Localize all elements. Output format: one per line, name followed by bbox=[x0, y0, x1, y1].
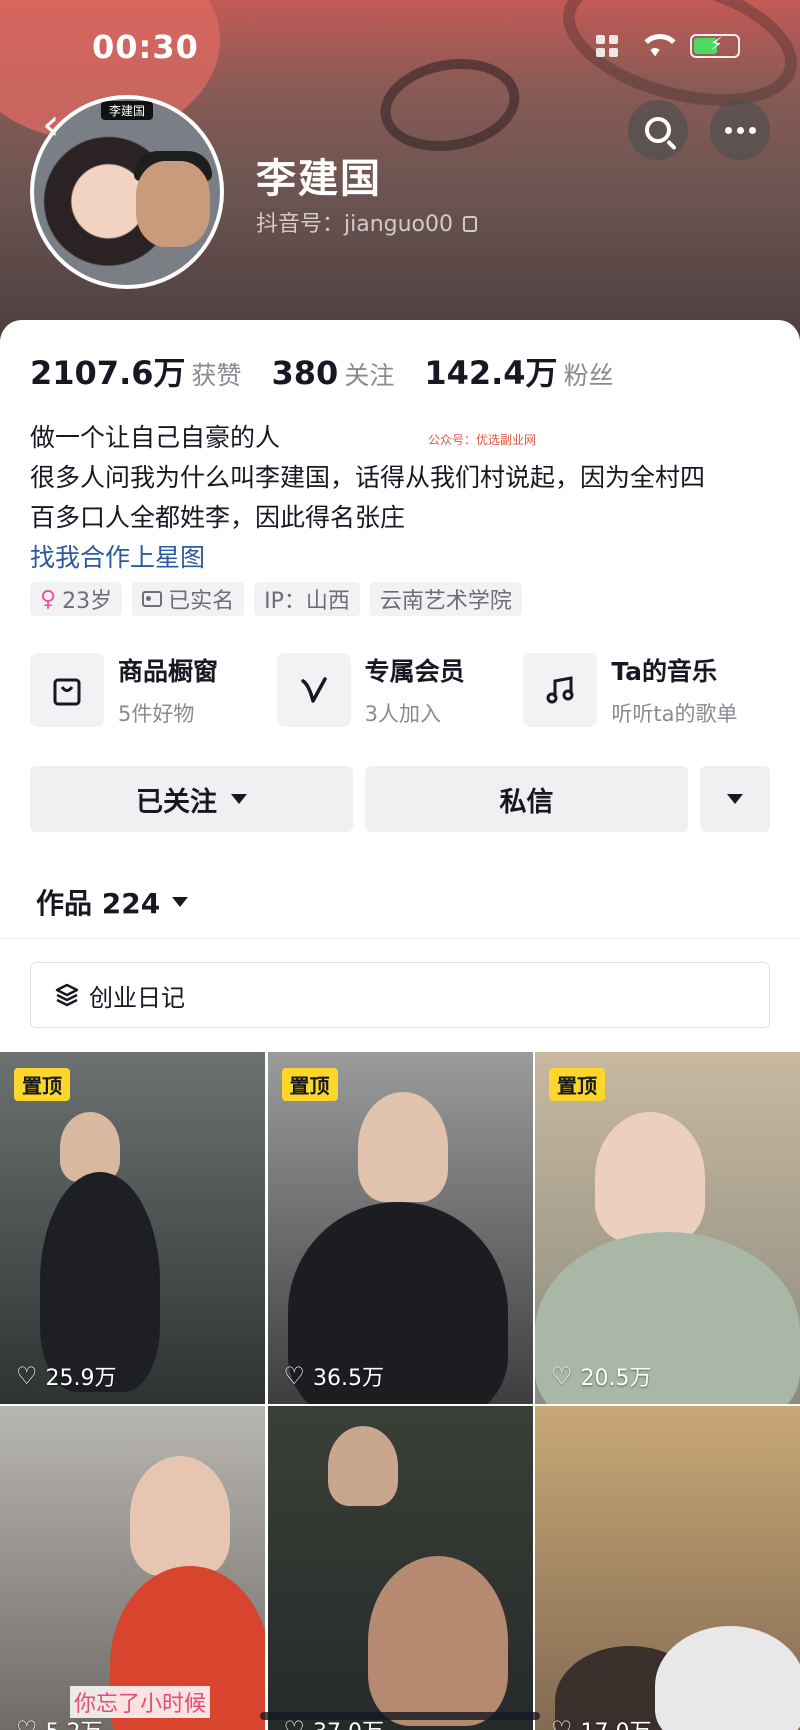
followers-count[interactable]: 142.4万 bbox=[424, 348, 557, 394]
feature-subtitle: 3人加入 bbox=[364, 702, 442, 726]
message-button[interactable]: 私信 bbox=[365, 766, 688, 832]
feature-subtitle: 听听ta的歌单 bbox=[611, 702, 738, 726]
following-count[interactable]: 380 bbox=[272, 354, 339, 392]
following-label[interactable]: 关注 bbox=[344, 356, 394, 392]
followers-label[interactable]: 粉丝 bbox=[564, 356, 614, 392]
status-time: 00:30 bbox=[92, 28, 199, 66]
pinned-badge: 置顶 bbox=[549, 1068, 605, 1101]
search-button[interactable] bbox=[628, 100, 688, 160]
heart-icon: ♡ bbox=[16, 1716, 38, 1730]
heart-icon: ♡ bbox=[283, 1362, 306, 1390]
copy-icon[interactable] bbox=[463, 216, 478, 232]
video-likes: ♡ 36.5万 bbox=[283, 1362, 385, 1391]
feature-title: Ta的音乐 bbox=[611, 657, 718, 686]
feature-music[interactable]: Ta的音乐 听听ta的歌单 bbox=[523, 652, 770, 728]
video-grid: 置顶 ♡25.9万 置顶 ♡36.5万 置顶 ♡20.5万 你忘了小时候 ♡5.… bbox=[0, 1052, 800, 1730]
pinned-badge: 置顶 bbox=[281, 1068, 338, 1101]
pinned-badge: 置顶 bbox=[14, 1068, 70, 1101]
video-thumbnail[interactable]: ♡37.0万 bbox=[267, 1406, 533, 1730]
feature-shop-window[interactable]: 商品橱窗 5件好物 bbox=[30, 652, 277, 728]
heart-icon: ♡ bbox=[16, 1362, 38, 1390]
video-thumbnail[interactable]: 置顶 ♡ 20.5万 bbox=[535, 1052, 800, 1404]
member-v-icon bbox=[276, 653, 351, 727]
bio-line: 百多口人全都姓李，因此得名张庄 bbox=[30, 503, 406, 532]
feature-title: 专属会员 bbox=[364, 657, 465, 686]
heart-icon: ♡ bbox=[551, 1362, 573, 1390]
tag-school[interactable]: 云南艺术学院 bbox=[369, 582, 522, 616]
search-icon bbox=[645, 117, 671, 143]
collab-link[interactable]: 找我合作上星图 bbox=[30, 538, 205, 574]
profile-card: 2107.6万 获赞 380 关注 142.4万 粉丝 做一个让自己自豪的人 很… bbox=[0, 320, 800, 1730]
video-likes: ♡ 20.5万 bbox=[551, 1362, 652, 1391]
caret-down-icon bbox=[172, 897, 189, 907]
douyin-id-text: 抖音号：jianguo00 bbox=[256, 212, 454, 237]
feature-subtitle: 5件好物 bbox=[118, 702, 195, 726]
video-likes: ♡ 25.9万 bbox=[16, 1362, 117, 1391]
more-options-button[interactable] bbox=[710, 100, 770, 160]
profile-stats: 2107.6万 获赞 380 关注 142.4万 粉丝 bbox=[30, 348, 644, 394]
female-icon: ♀ bbox=[40, 586, 57, 612]
caret-down-icon bbox=[727, 794, 743, 804]
divider bbox=[0, 938, 800, 939]
video-thumbnail[interactable]: 置顶 ♡ 25.9万 bbox=[0, 1052, 265, 1404]
douyin-id[interactable]: 抖音号：jianguo00 bbox=[256, 206, 478, 238]
feature-entries: 商品橱窗 5件好物 专属会员 3人加入 Ta的音乐 听听ta的歌单 bbox=[30, 652, 770, 728]
likes-count[interactable]: 2107.6万 bbox=[30, 348, 186, 394]
tag-age: ♀ 23岁 bbox=[30, 582, 123, 616]
followed-button[interactable]: 已关注 bbox=[30, 766, 353, 832]
video-likes: ♡5.2万 bbox=[16, 1714, 103, 1730]
collection-label: 创业日记 bbox=[89, 983, 185, 1012]
heart-icon: ♡ bbox=[551, 1716, 573, 1730]
status-icons: ⚡ bbox=[596, 34, 740, 58]
battery-icon: ⚡ bbox=[690, 34, 740, 58]
video-thumbnail[interactable]: 你忘了小时候 ♡5.2万 bbox=[0, 1406, 265, 1730]
id-card-icon bbox=[142, 591, 163, 607]
profile-tags: ♀ 23岁 已实名 IP：山西 云南艺术学院 bbox=[30, 582, 522, 616]
more-dots-icon bbox=[724, 126, 756, 134]
status-bar: 00:30 ⚡ bbox=[0, 0, 800, 95]
recommend-dropdown-button[interactable] bbox=[700, 766, 770, 832]
cellular-signal-icon bbox=[596, 35, 620, 57]
home-indicator[interactable] bbox=[260, 1712, 540, 1720]
collection-chip[interactable]: 创业日记 bbox=[30, 962, 770, 1028]
caret-down-icon bbox=[231, 794, 247, 804]
bio-line: 很多人问我为什么叫李建国，话得从我们村说起，因为全村四 bbox=[30, 463, 706, 492]
bio-line: 做一个让自己自豪的人 bbox=[30, 423, 281, 452]
wifi-icon bbox=[638, 34, 682, 58]
video-thumbnail[interactable]: ♡17.0万 bbox=[535, 1406, 800, 1730]
video-likes: ♡17.0万 bbox=[551, 1714, 652, 1730]
tag-verified[interactable]: 已实名 bbox=[132, 582, 245, 616]
tab-works[interactable]: 作品 224 bbox=[36, 882, 189, 922]
feature-title: 商品橱窗 bbox=[118, 657, 219, 686]
profile-actions: 已关注 私信 bbox=[30, 766, 770, 832]
tag-ip: IP：山西 bbox=[254, 582, 360, 616]
music-note-icon bbox=[523, 653, 598, 727]
back-arrow-icon[interactable]: ‹ bbox=[42, 100, 82, 160]
video-thumbnail[interactable]: 置顶 ♡ 36.5万 bbox=[267, 1052, 533, 1404]
profile-name: 李建国 bbox=[256, 156, 382, 202]
profile-bio: 做一个让自己自豪的人 很多人问我为什么叫李建国，话得从我们村说起，因为全村四 百… bbox=[30, 418, 770, 538]
likes-label: 获赞 bbox=[191, 361, 242, 390]
feature-membership[interactable]: 专属会员 3人加入 bbox=[276, 652, 524, 728]
shopping-bag-icon bbox=[30, 653, 104, 727]
layers-icon bbox=[55, 983, 79, 1007]
watermark-text: 公众号：优选副业网 bbox=[428, 433, 537, 447]
avatar-name-tag: 李建国 bbox=[100, 101, 154, 120]
